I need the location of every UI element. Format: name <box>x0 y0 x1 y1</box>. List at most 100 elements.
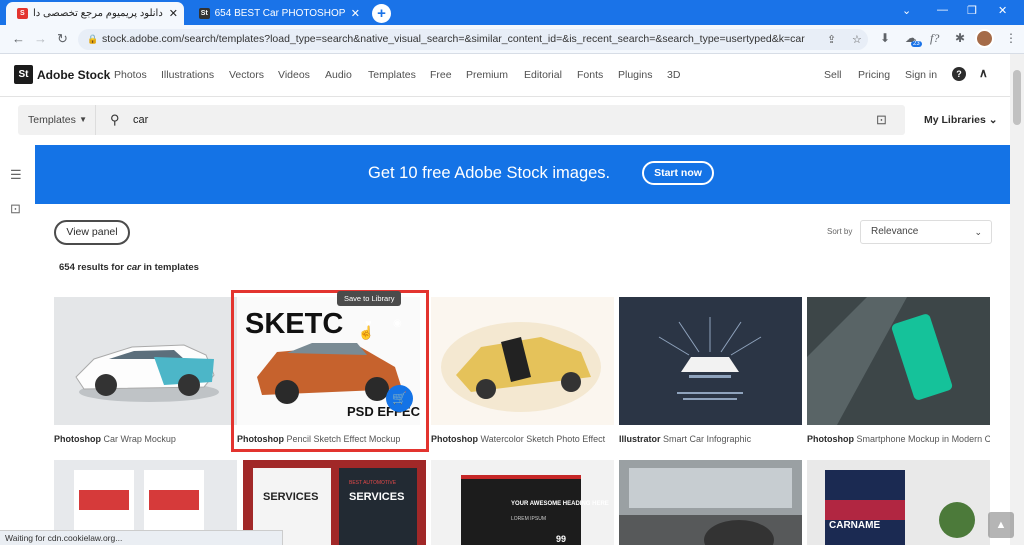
nav-photos[interactable]: Photos <box>114 69 147 81</box>
filters-icon[interactable]: ☰ <box>10 167 22 183</box>
nav-pricing[interactable]: Pricing <box>858 69 890 81</box>
visual-search-rail-icon[interactable]: ⊡ <box>10 201 21 217</box>
left-rail: ☰ ⊡ <box>0 145 35 545</box>
item-title: Smartphone Mockup in Modern C... <box>856 434 990 444</box>
nav-illustrations[interactable]: Illustrations <box>161 69 214 81</box>
adobe-apps-icon[interactable]: ∧ <box>979 66 988 80</box>
carname-text: CARNAME <box>829 520 880 531</box>
nav-templates[interactable]: Templates <box>368 69 416 81</box>
search-input[interactable]: car <box>133 105 148 135</box>
nav-premium[interactable]: Premium <box>466 69 508 81</box>
tab-favicon-icon: St <box>199 8 210 19</box>
forward-icon[interactable]: → <box>34 31 47 46</box>
result-caption: Illustrator Smart Car Infographic <box>619 434 802 444</box>
app-name: Illustrator <box>619 434 661 444</box>
result-card[interactable] <box>619 460 802 545</box>
back-to-top-icon[interactable]: ▲ <box>988 512 1014 538</box>
search-row: Templates ▼ ⚲ car ⊡ My Libraries ⌄ <box>0 97 1010 145</box>
nav-sign-in[interactable]: Sign in <box>905 69 937 81</box>
watercolor-sketch-thumbnail[interactable] <box>431 297 614 425</box>
browser-tab-strip: S دانلود پریمیوم مرجع تخصصی دانلو ✕ St 6… <box>0 0 1024 25</box>
share-icon[interactable]: ⇪ <box>827 33 836 46</box>
address-bar[interactable]: 🔒 stock.adobe.com/search/templates?load_… <box>78 29 868 50</box>
result-count-query: car <box>126 262 141 273</box>
profile-avatar[interactable] <box>975 29 994 48</box>
nav-vectors[interactable]: Vectors <box>229 69 264 81</box>
nav-plugins[interactable]: Plugins <box>618 69 652 81</box>
app-name: Photoshop <box>54 434 101 444</box>
back-icon[interactable]: ← <box>12 31 25 46</box>
nav-sell[interactable]: Sell <box>824 69 842 81</box>
browser-tab-1[interactable]: S دانلود پریمیوم مرجع تخصصی دانلو ✕ <box>6 2 184 25</box>
close-window-icon[interactable]: ✕ <box>998 4 1007 17</box>
my-libraries-label: My Libraries <box>924 114 986 126</box>
font-extension-icon[interactable]: f? <box>930 31 939 46</box>
sort-select[interactable]: Relevance ⌄ <box>860 220 992 244</box>
result-count-suffix: in templates <box>143 262 199 273</box>
eye-icon[interactable]: ◉ <box>393 318 402 329</box>
chevron-down-icon: ▼ <box>79 115 87 124</box>
search-box: Templates ▼ ⚲ car ⊡ <box>18 105 905 135</box>
services-text-1: SERVICES <box>263 491 318 503</box>
result-card[interactable]: YOUR AWESOME HEADING HERE LOREM IPSUM 99 <box>431 460 614 545</box>
reload-icon[interactable]: ↻ <box>57 31 68 47</box>
minimize-icon[interactable]: — <box>937 4 948 16</box>
lorem-text: LOREM IPSUM <box>511 516 546 522</box>
nav-editorial[interactable]: Editorial <box>524 69 562 81</box>
hand-cursor-icon: ☝ <box>358 325 375 340</box>
adobe-stock-wordmark[interactable]: Adobe Stock <box>37 68 110 82</box>
highlight-box <box>231 290 429 452</box>
browser-menu-icon[interactable]: ⋮ <box>1005 31 1017 45</box>
bookmark-star-icon[interactable]: ☆ <box>852 33 862 46</box>
sort-by-label: Sort by <box>827 227 853 236</box>
browser-tab-2[interactable]: St 654 BEST Car PHOTOSHOP, INDE ✕ <box>188 2 366 25</box>
close-tab-icon[interactable]: ✕ <box>351 7 360 20</box>
my-libraries-button[interactable]: My Libraries ⌄ <box>924 114 998 126</box>
scrollbar-thumb[interactable] <box>1013 70 1021 125</box>
new-tab-button[interactable]: + <box>372 4 391 23</box>
extensions-puzzle-icon[interactable]: ✱ <box>955 31 965 45</box>
start-now-button[interactable]: Start now <box>642 161 714 185</box>
visual-search-icon[interactable]: ⊡ <box>876 112 887 128</box>
smart-car-infographic-thumbnail[interactable] <box>619 297 802 425</box>
tab-search-icon[interactable]: ⌄ <box>902 4 911 17</box>
maximize-icon[interactable]: ❐ <box>967 4 977 17</box>
view-panel-button[interactable]: View panel <box>54 220 130 245</box>
tab-title: 654 BEST Car PHOTOSHOP, INDE <box>214 8 345 19</box>
asset-type-select[interactable]: Templates ▼ <box>18 105 96 135</box>
cart-icon[interactable]: 🛒 <box>386 385 413 412</box>
lock-icon[interactable]: 🔒 <box>87 29 98 50</box>
close-tab-icon[interactable]: ✕ <box>169 7 178 20</box>
result-card[interactable]: CARNAME <box>807 460 990 545</box>
save-to-library-tooltip: Save to Library <box>337 291 402 306</box>
app-name: Photoshop <box>431 434 478 444</box>
item-title: Smart Car Infographic <box>663 434 752 444</box>
app-name: Photoshop <box>807 434 854 444</box>
banner-text: Get 10 free Adobe Stock images. <box>368 164 611 182</box>
nav-3d[interactable]: 3D <box>667 69 680 81</box>
extension-badge: 23 <box>911 41 922 47</box>
chevron-down-icon: ⌄ <box>974 227 982 237</box>
result-count-mid: results for <box>77 262 124 273</box>
best-automotive-text: BEST AUTOMOTIVE <box>349 480 397 486</box>
browser-status-bar: Waiting for cdn.cookielaw.org... <box>0 530 283 545</box>
nav-videos[interactable]: Videos <box>278 69 310 81</box>
tab-favicon-icon: S <box>17 8 28 19</box>
asset-type-value: Templates <box>28 114 76 126</box>
tab-title: دانلود پریمیوم مرجع تخصصی دانلو <box>32 8 163 19</box>
url-text: stock.adobe.com/search/templates?load_ty… <box>102 33 805 45</box>
nav-free[interactable]: Free <box>430 69 452 81</box>
smartphone-mockup-thumbnail[interactable] <box>807 297 990 425</box>
help-icon[interactable]: ? <box>952 67 966 81</box>
result-count-number: 654 <box>59 262 75 273</box>
car-wrap-thumbnail[interactable] <box>54 297 237 425</box>
nav-audio[interactable]: Audio <box>325 69 352 81</box>
promo-banner: Get 10 free Adobe Stock images. Start no… <box>35 145 1010 204</box>
extension-download-icon[interactable]: ⬇ <box>880 31 890 45</box>
nav-fonts[interactable]: Fonts <box>577 69 603 81</box>
result-caption: Photoshop Watercolor Sketch Photo Effect <box>431 434 614 444</box>
services-text-2: SERVICES <box>349 491 404 503</box>
page-scrollbar[interactable] <box>1010 54 1024 545</box>
adobe-stock-logo[interactable]: St <box>14 65 33 84</box>
search-icon: ⚲ <box>110 112 120 127</box>
